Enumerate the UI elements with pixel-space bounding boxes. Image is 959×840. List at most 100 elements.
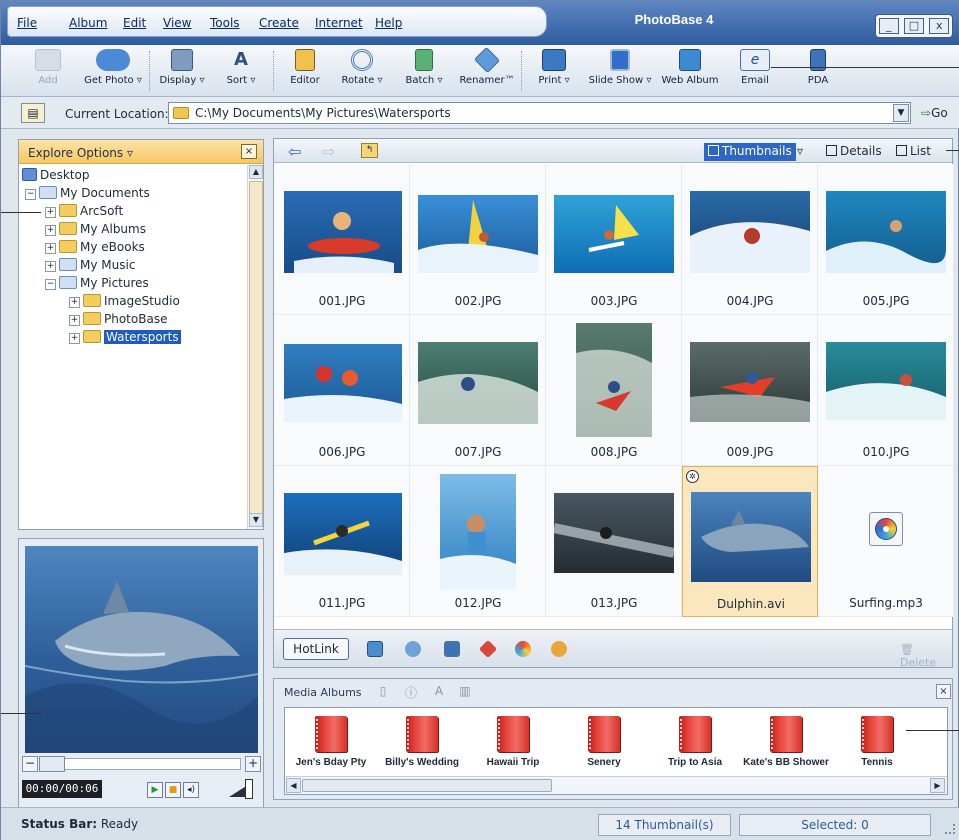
thumbnail-item[interactable]: 010.JPG — [818, 315, 954, 466]
expand-icon[interactable]: + — [45, 243, 56, 254]
tree-item-my-ebooks[interactable]: + My eBooks — [45, 240, 145, 258]
view-list-button[interactable]: List — [892, 143, 935, 161]
scroll-down-icon[interactable]: ▼ — [249, 513, 263, 527]
menu-file[interactable]: File — [17, 16, 37, 30]
web-icon[interactable] — [405, 641, 421, 657]
get-photo-button[interactable]: Get Photo ▿ — [79, 49, 147, 86]
view-details-button[interactable]: Details — [822, 143, 886, 161]
editor-button[interactable]: Editor — [285, 49, 325, 86]
delete-button[interactable]: 🗑 Delete — [900, 643, 952, 669]
album-item[interactable]: Jen's Bday Pty — [285, 716, 377, 768]
tree-item-arcsoft[interactable]: + ArcSoft — [45, 204, 123, 222]
info-icon[interactable]: ⓘ — [404, 684, 418, 700]
sort-button[interactable]: A Sort ▿ — [218, 49, 264, 86]
tree-scrollbar[interactable]: ▲ ▼ — [247, 165, 263, 529]
scroll-up-icon[interactable]: ▲ — [249, 165, 263, 179]
location-input[interactable]: C:\My Documents\My Pictures\Watersports — [168, 102, 911, 124]
volume-knob[interactable] — [245, 779, 253, 799]
collapse-icon[interactable]: − — [25, 189, 36, 200]
album-item[interactable]: Billy's Wedding — [376, 716, 468, 768]
tree-item-watersports[interactable]: + Watersports — [69, 330, 181, 348]
tree-item-my-documents[interactable]: − My Documents — [25, 186, 150, 204]
album-item[interactable]: Trip to Asia — [649, 716, 741, 768]
rotate-button[interactable]: Rotate ▿ — [338, 49, 386, 86]
expand-icon[interactable]: + — [69, 315, 80, 326]
menu-edit[interactable]: Edit — [123, 16, 146, 30]
thumbnail-item[interactable]: 013.JPG — [546, 466, 682, 617]
add-button[interactable]: Add — [31, 49, 65, 86]
frame-icon[interactable] — [444, 641, 460, 657]
thumbnail-item[interactable]: 007.JPG — [410, 315, 546, 466]
new-album-icon[interactable]: ▯ — [376, 684, 390, 699]
play-icon[interactable]: ▶ — [147, 782, 163, 798]
email-button[interactable]: e Email — [735, 49, 775, 86]
maximize-button[interactable]: □ — [903, 18, 924, 34]
album-item[interactable]: Kate's BB Shower — [740, 716, 832, 768]
album-item[interactable]: Senery — [558, 716, 650, 768]
seek-minus-button[interactable]: − — [22, 756, 38, 772]
albums-close-button[interactable]: × — [936, 684, 951, 699]
explore-close-button[interactable]: × — [241, 144, 257, 159]
thumbnail-item[interactable]: 009.JPG — [682, 315, 818, 466]
menu-help[interactable]: Help — [375, 16, 402, 30]
expand-icon[interactable]: + — [69, 297, 80, 308]
location-folder-icon[interactable]: ▤ — [21, 103, 45, 123]
batch-button[interactable]: Batch ▿ — [400, 49, 448, 86]
expand-icon[interactable]: + — [45, 225, 56, 236]
display-button[interactable]: Display ▿ — [155, 49, 209, 86]
thumbnail-item[interactable]: 001.JPG — [274, 164, 410, 315]
slide-show-button[interactable]: Slide Show ▿ — [584, 49, 656, 86]
disc-icon[interactable] — [515, 641, 531, 657]
menu-create[interactable]: Create — [259, 16, 299, 30]
close-button[interactable]: x — [929, 18, 950, 34]
thumbnail-item[interactable]: 005.JPG — [818, 164, 954, 315]
album-item[interactable]: Tennis — [831, 716, 923, 768]
stop-icon[interactable]: ■ — [165, 782, 181, 798]
menu-internet[interactable]: Internet — [315, 16, 363, 30]
expand-icon[interactable]: + — [45, 261, 56, 272]
trash-icon[interactable]: ▥ — [458, 684, 472, 699]
thumbnail-item[interactable]: 006.JPG — [274, 315, 410, 466]
menu-tools[interactable]: Tools — [210, 16, 240, 30]
hotlink-button[interactable]: HotLink — [283, 638, 349, 660]
expand-icon[interactable]: + — [69, 333, 80, 344]
minimize-button[interactable]: _ — [878, 18, 899, 34]
volume-icon[interactable]: ◂) — [183, 782, 199, 798]
tree-item-photobase[interactable]: + PhotoBase — [69, 312, 167, 330]
menu-view[interactable]: View — [163, 16, 191, 30]
tree-item-imagestudio[interactable]: + ImageStudio — [69, 294, 180, 312]
expand-icon[interactable]: + — [45, 207, 56, 218]
tree-item-my-pictures[interactable]: − My Pictures — [45, 276, 149, 294]
collapse-icon[interactable]: − — [45, 279, 56, 290]
print-button[interactable]: Print ▿ — [533, 49, 575, 86]
thumbnail-item[interactable]: Surfing.mp3 — [818, 466, 954, 617]
location-dropdown[interactable]: ▼ — [893, 104, 909, 122]
thumbnail-item[interactable]: 008.JPG — [546, 315, 682, 466]
menu-album[interactable]: Album — [69, 16, 107, 30]
up-folder-icon[interactable]: ↰ — [361, 143, 378, 158]
thumbnail-item[interactable]: 003.JPG — [546, 164, 682, 315]
tree-item-desktop[interactable]: Desktop — [22, 168, 90, 186]
scroll-right-icon[interactable]: ▶ — [930, 778, 945, 793]
resize-grip-icon[interactable] — [945, 824, 955, 834]
seek-track[interactable] — [39, 758, 241, 770]
thumbnail-item-selected[interactable]: ✲ Dulphin.avi — [682, 466, 818, 617]
view-dropdown[interactable]: ▿ — [793, 143, 807, 161]
thumbnail-item[interactable]: 004.JPG — [682, 164, 818, 315]
diamond-icon[interactable] — [478, 639, 498, 659]
album-scroll-thumb[interactable] — [302, 779, 552, 792]
view-thumbnails-button[interactable]: Thumbnails — [704, 143, 796, 161]
back-arrow-icon[interactable]: ⇦ — [288, 142, 301, 161]
photo-edit-icon[interactable] — [367, 641, 383, 657]
renamer-button[interactable]: Renamer™ — [458, 46, 516, 86]
seek-plus-button[interactable]: + — [245, 756, 261, 772]
thumbnail-item[interactable]: 011.JPG — [274, 466, 410, 617]
scroll-thumb[interactable] — [249, 181, 263, 517]
album-item[interactable]: Hawaii Trip — [467, 716, 559, 768]
go-button[interactable]: ⇨Go — [921, 106, 948, 120]
album-scrollbar[interactable]: ◀ ▶ — [285, 776, 947, 794]
thumbnail-item[interactable]: 002.JPG — [410, 164, 546, 315]
tree-item-my-albums[interactable]: + My Albums — [45, 222, 146, 240]
web-album-button[interactable]: Web Album — [661, 49, 719, 86]
explore-options-dropdown[interactable]: Explore Options ▿ — [28, 146, 133, 160]
